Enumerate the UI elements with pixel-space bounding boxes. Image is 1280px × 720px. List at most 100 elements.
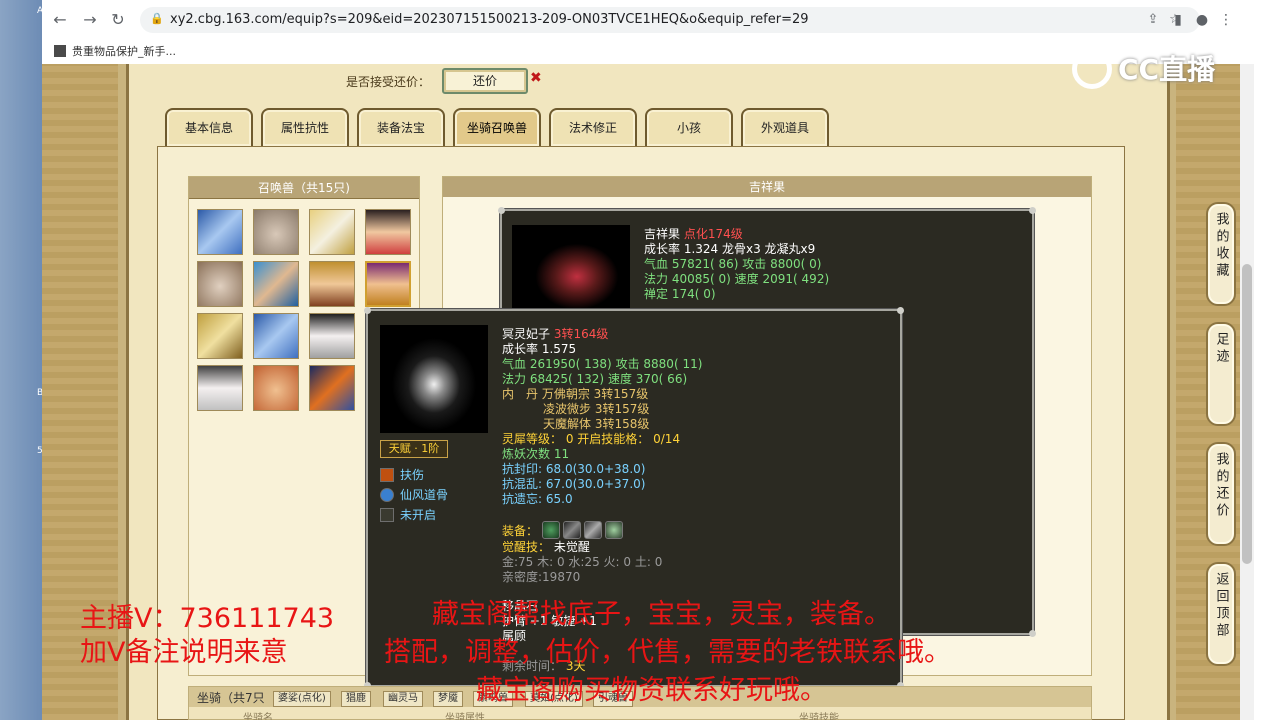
zen-value: 174( 0) — [671, 287, 716, 301]
side-nav-favorites[interactable]: 我的收藏 — [1206, 202, 1236, 306]
side-nav-label: 我的收藏 — [1213, 212, 1229, 280]
inner-dan-label: 内 丹 — [502, 387, 539, 401]
pet-avatar[interactable] — [253, 365, 299, 411]
zen-label: 禅定 — [644, 287, 669, 301]
overlay-service-2: 搭配，调整，估价，代售，需要的老铁联系哦。 — [384, 637, 951, 668]
pet-avatar[interactable] — [309, 313, 355, 359]
tab-mounts-pets[interactable]: 坐骑召唤兽 — [453, 108, 541, 146]
pet-avatar[interactable] — [253, 209, 299, 255]
talent-badge: 天赋 · 1阶 — [380, 440, 448, 458]
atk-label: 攻击 — [615, 357, 640, 371]
side-nav-label: 足迹 — [1213, 332, 1229, 366]
tooltip-corner — [1029, 630, 1036, 637]
lingxi-slots: 0/14 — [653, 432, 681, 446]
pet-avatar-selected[interactable] — [365, 261, 411, 307]
tooltip-corner — [897, 307, 904, 314]
hp-value: 261950( 138) — [529, 357, 612, 371]
overlay-service-1: 藏宝阁帮找底子，宝宝，灵宝，装备。 — [432, 599, 891, 630]
equip-slot-icon[interactable] — [604, 521, 623, 539]
hp-label: 气血 — [644, 257, 669, 271]
element-stats: 金:75 木: 0 水:25 火: 0 土: 0 — [502, 555, 663, 569]
lingxi-label: 灵犀等级： — [502, 432, 563, 446]
side-nav-counteroffers[interactable]: 我的还价 — [1206, 442, 1236, 546]
pet-avatar[interactable] — [197, 261, 243, 307]
address-bar[interactable]: 🔒 xy2.cbg.163.com/equip?s=209&eid=202307… — [140, 7, 1200, 33]
equip-slot-icon[interactable] — [583, 521, 602, 539]
logo-ring-icon — [1072, 49, 1112, 89]
atk-label: 攻击 — [742, 257, 767, 271]
speed-label: 速度 — [607, 372, 632, 386]
lingxi-value: 0 开启技能格： — [565, 432, 650, 446]
close-icon[interactable]: ✖ — [530, 70, 542, 86]
pet-avatar[interactable] — [253, 313, 299, 359]
tab-equipment[interactable]: 装备法宝 — [357, 108, 445, 146]
mp-value: 68425( 132) — [529, 372, 605, 386]
speed-label: 速度 — [734, 272, 759, 286]
tab-appearance[interactable]: 外观道具 — [741, 108, 829, 146]
scrollbar-thumb[interactable] — [1242, 264, 1252, 564]
pet-avatar[interactable] — [365, 209, 411, 255]
mount-col-skill: 坐骑技能 — [799, 713, 839, 720]
skill-2: 仙风道骨 — [400, 488, 449, 502]
bookmark-favicon-icon — [54, 45, 66, 57]
pet-list-title: 召唤兽（共15只) — [189, 177, 419, 199]
forward-icon[interactable]: → — [80, 10, 100, 30]
profile-icon[interactable]: ● — [1190, 10, 1214, 30]
skill-1: 扶伤 — [400, 468, 425, 482]
pet-avatar[interactable] — [253, 261, 299, 307]
logo-text: CC直播 — [1118, 53, 1216, 86]
menu-icon[interactable]: ⋮ — [1214, 10, 1238, 30]
pet-growth-line: 成长率 1.324 龙骨x3 龙凝丸x9 — [644, 242, 816, 256]
sidepanel-icon[interactable]: ▮ — [1166, 10, 1190, 30]
browser-toolbar: ← → ↻ 🔒 xy2.cbg.163.com/equip?s=209&eid=… — [42, 0, 1254, 40]
side-nav-history[interactable]: 足迹 — [1206, 322, 1236, 426]
bookmark-item[interactable]: 贵重物品保护_新手... — [54, 43, 176, 61]
tab-basic-info[interactable]: 基本信息 — [165, 108, 253, 146]
counter-offer-button[interactable]: 还价 — [442, 68, 528, 94]
equip-slot-icon[interactable] — [541, 521, 560, 539]
side-nav-top[interactable]: 返回顶部 — [1206, 562, 1236, 666]
pet-avatar[interactable] — [197, 209, 243, 255]
mount-title: 坐骑（共7只 — [197, 691, 265, 705]
pet-avatar[interactable] — [309, 209, 355, 255]
equip-slot-icon[interactable] — [562, 521, 581, 539]
pet-avatar[interactable] — [197, 313, 243, 359]
share-icon[interactable]: ⇪ — [1142, 10, 1164, 30]
lock-icon[interactable]: 🔒 — [150, 12, 164, 26]
desktop-left-edge: A B 5 — [0, 0, 43, 720]
pet-level: 点化174级 — [683, 227, 743, 241]
pet-portrait — [512, 225, 630, 311]
pet-name: 冥灵妃子 — [502, 327, 551, 341]
side-nav-label: 我的还价 — [1213, 452, 1229, 520]
reload-icon[interactable]: ↻ — [108, 10, 128, 30]
pet-avatar[interactable] — [197, 365, 243, 411]
side-nav-label: 返回顶部 — [1213, 572, 1229, 640]
mp-label: 法力 — [502, 372, 527, 386]
skill-3: 未开启 — [400, 508, 437, 522]
speed-value: 370( 66) — [635, 372, 688, 386]
back-icon[interactable]: ← — [50, 10, 70, 30]
tab-child[interactable]: 小孩 — [645, 108, 733, 146]
resist-seal-label: 抗封印: — [502, 462, 543, 476]
inner-dan-1: 万佛朝宗 3转157级 — [541, 387, 649, 401]
inner-dan-3: 天魔解体 3转158级 — [543, 417, 650, 431]
mount-tab[interactable]: 婆娑(点化) — [273, 691, 331, 707]
resist-forget-label: 抗遗忘: — [502, 492, 543, 506]
equip-label: 装备： — [502, 524, 539, 538]
pet-detail-title: 吉祥果 — [443, 177, 1091, 197]
wind-skill-icon — [380, 488, 394, 502]
atk-value: 8880( 11) — [643, 357, 703, 371]
mount-col-name: 坐骑名 — [243, 713, 273, 720]
resist-chaos-value: 67.0(30.0+37.0) — [545, 477, 646, 491]
inner-dan-2: 凌波微步 3转157级 — [543, 402, 650, 416]
url-text[interactable]: xy2.cbg.163.com/equip?s=209&eid=20230715… — [170, 12, 809, 27]
mount-tab[interactable]: 猖鹿 — [341, 691, 371, 707]
pet-avatar[interactable] — [309, 261, 355, 307]
tab-spell-mods[interactable]: 法术修正 — [549, 108, 637, 146]
bookmark-label: 贵重物品保护_新手... — [72, 45, 176, 58]
pet-avatar[interactable] — [309, 365, 355, 411]
mount-tab[interactable]: 幽灵马 — [383, 691, 423, 707]
mount-tab[interactable]: 梦魇 — [433, 691, 463, 707]
mount-columns: 坐骑名 坐骑属性 坐骑技能 — [189, 709, 1091, 720]
tab-attributes[interactable]: 属性抗性 — [261, 108, 349, 146]
